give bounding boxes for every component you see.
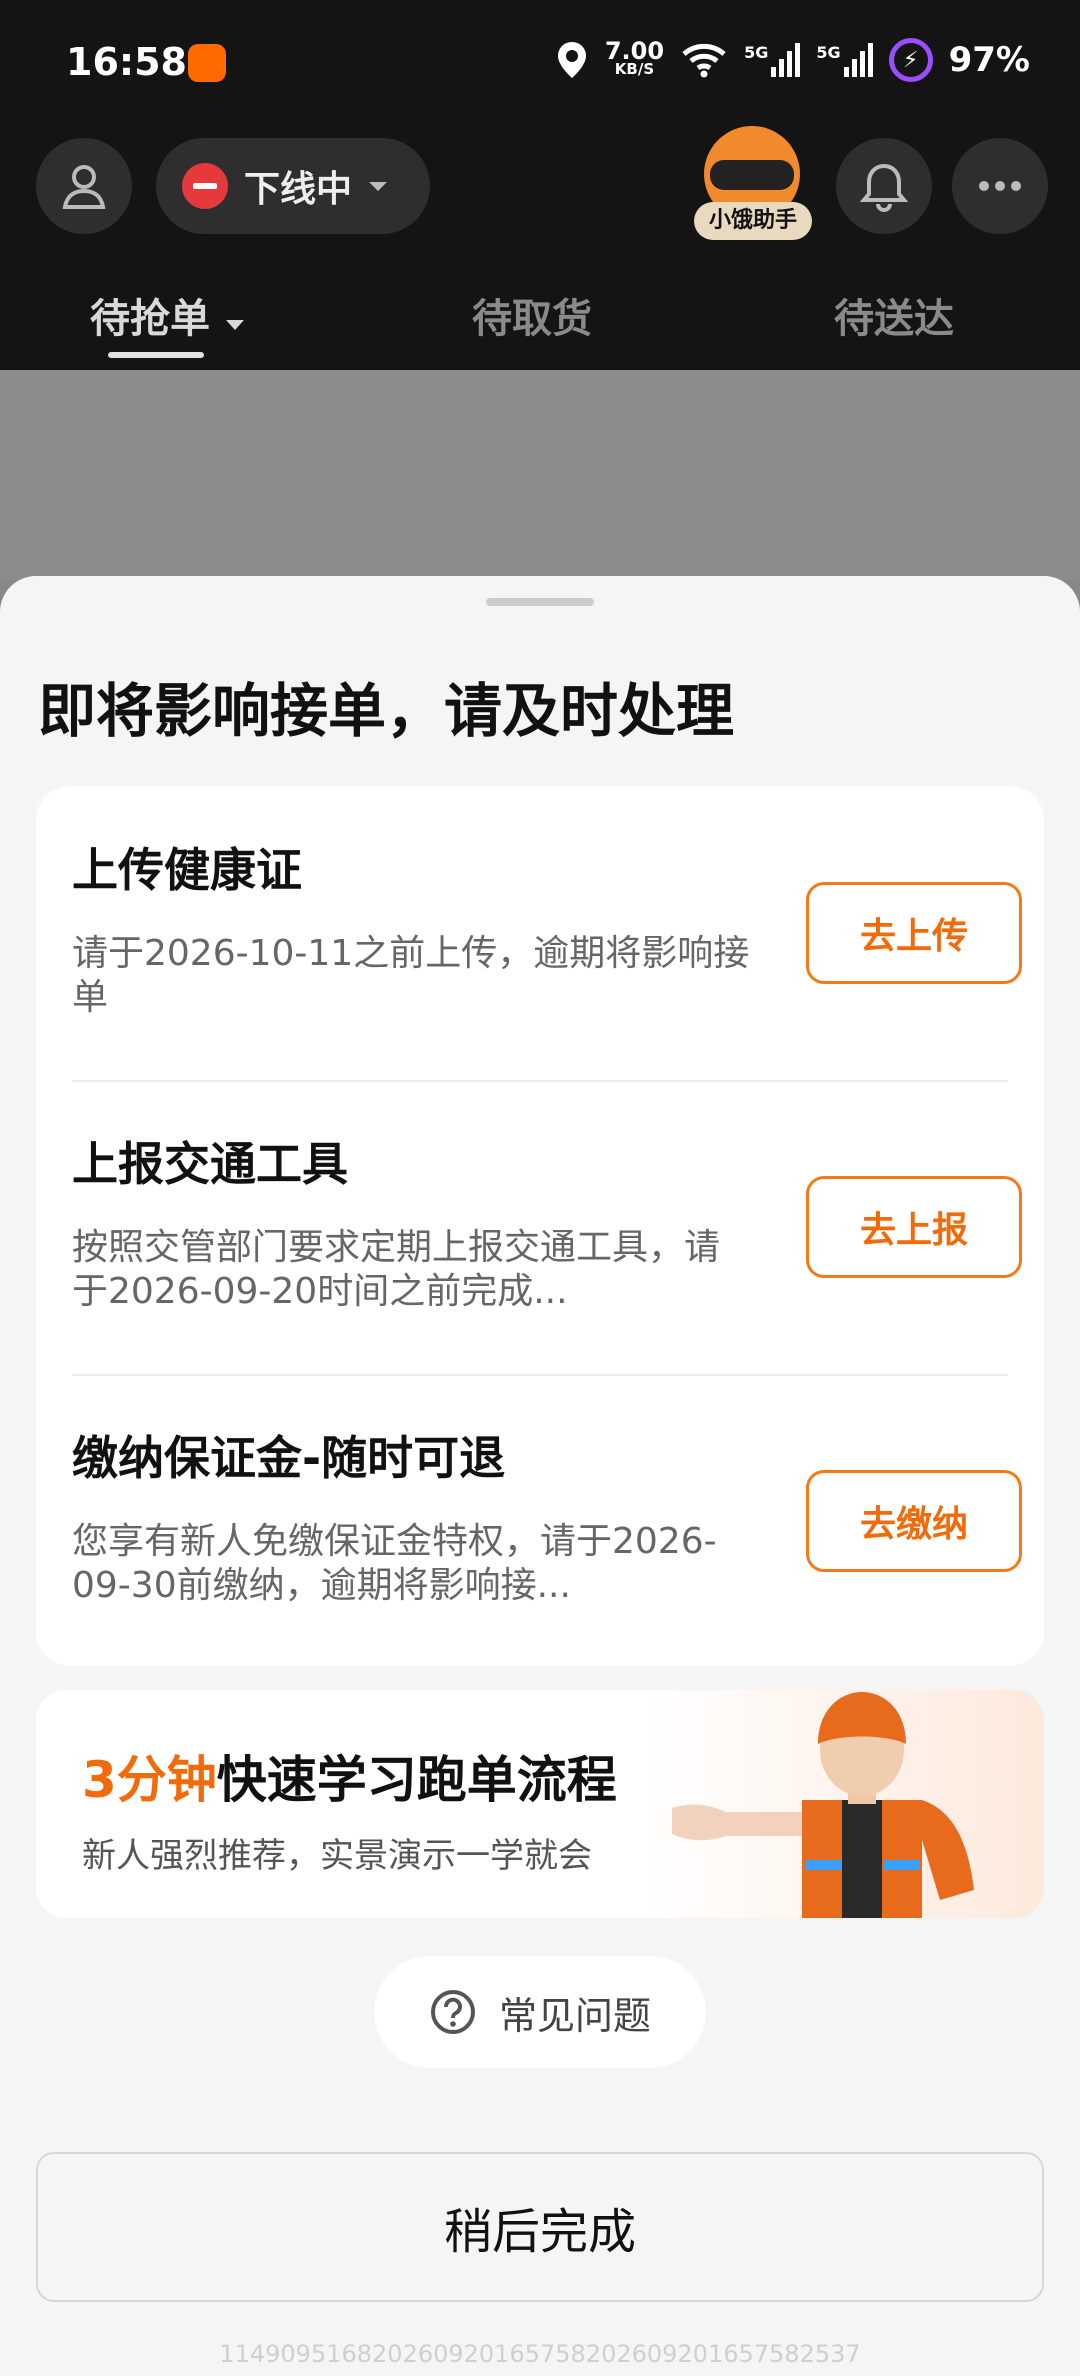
offline-icon [182,163,228,209]
task-item-health-certificate: 上传健康证 请于2026-10-11之前上传，逾期将影响接单 去上传 [72,786,1022,1080]
more-button[interactable] [952,138,1048,234]
banner-title-accent: 3分钟 [82,1751,217,1809]
task-description: 您享有新人免缴保证金特权，请于2026-09-30前缴纳，逾期将影响接... [72,1521,717,1606]
bottom-sheet: 即将影响接单，请及时处理 上传健康证 请于2026-10-11之前上传，逾期将影… [0,576,1080,2376]
assistant-label: 小饿助手 [694,202,812,240]
online-status-label: 下线中 [244,169,353,210]
task-title: 上报交通工具 [72,1137,348,1191]
chevron-down-icon [369,182,388,191]
status-time: 16:58 [66,40,187,84]
banner-title: 3分钟快速学习跑单流程 [82,1740,617,1812]
bell-icon [860,163,908,212]
app-notification-icon [188,44,226,82]
order-tabs: 待抢单 待取货 待送达 [0,240,1080,370]
banner-subtitle: 新人强烈推荐，实景演示一学就会 [82,1836,592,1876]
tab-label: 待送达 [834,296,954,342]
task-title: 上传健康证 [72,843,302,897]
pay-deposit-button[interactable]: 去缴纳 [806,1470,1022,1572]
location-icon [557,42,586,78]
status-indicators: 7.00 KB/S 5G 5G ⚡ 97% [555,38,1030,82]
battery-level: 97% [948,40,1030,80]
faq-label: 常见问题 [498,1993,651,2038]
assistant-button[interactable]: 小饿助手 [694,126,814,246]
signal-icon: 5G [744,43,801,77]
tab-pending-pickup[interactable]: 待取货 [472,286,592,344]
sheet-title: 即将影响接单，请及时处理 [38,677,735,745]
task-item-deposit: 缴纳保证金-随时可退 您享有新人免缴保证金特权，请于2026-09-30前缴纳，… [72,1374,1022,1668]
watermark-id: 11490951682026092016575820260920165758​2… [219,2340,861,2368]
tab-pending-delivery[interactable]: 待送达 [834,286,954,344]
status-bar: 16:58 7.00 KB/S 5G 5G ⚡ 97% [0,0,1080,130]
active-tab-indicator [108,352,204,358]
upload-button[interactable]: 去上传 [806,882,1022,984]
faq-button[interactable]: 常见问题 [374,1956,706,2068]
sheet-drag-handle[interactable] [486,598,594,606]
caret-down-icon [225,320,244,330]
tab-label: 待取货 [472,296,592,342]
tab-label: 待抢单 [90,296,210,342]
banner-title-text: 快速学习跑单流程 [216,1751,617,1809]
battery-icon: ⚡ [888,38,933,82]
task-card: 上传健康证 请于2026-10-11之前上传，逾期将影响接单 去上传 上报交通工… [36,786,1044,1666]
training-banner[interactable]: 3分钟快速学习跑单流程 新人强烈推荐，实景演示一学就会 [36,1690,1044,1918]
notification-button[interactable] [836,138,932,234]
help-circle-icon [430,1990,475,2034]
network-speed: 7.00 KB/S [604,37,665,78]
report-button[interactable]: 去上报 [806,1176,1022,1278]
overlay-backdrop[interactable] [0,370,1080,580]
task-description: 按照交管部门要求定期上报交通工具，请于2026-09-20时间之前完成... [72,1227,721,1312]
assistant-goggles [710,160,794,190]
more-icon [979,181,1021,191]
online-status-toggle[interactable]: 下线中 [156,138,430,234]
finish-later-button[interactable]: 稍后完成 [36,2152,1044,2302]
signal-icon: 5G [816,43,873,77]
task-title: 缴纳保证金-随时可退 [72,1431,506,1485]
task-item-vehicle: 上报交通工具 按照交管部门要求定期上报交通工具，请于2026-09-20时间之前… [72,1080,1022,1374]
courier-illustration [672,1692,974,1918]
top-nav: 下线中 小饿助手 [0,126,1080,240]
task-description: 请于2026-10-11之前上传，逾期将影响接单 [72,933,750,1018]
profile-button[interactable] [36,138,132,234]
wifi-icon [682,43,726,78]
tab-pending-grab[interactable]: 待抢单 [90,286,246,344]
user-icon [62,165,106,209]
